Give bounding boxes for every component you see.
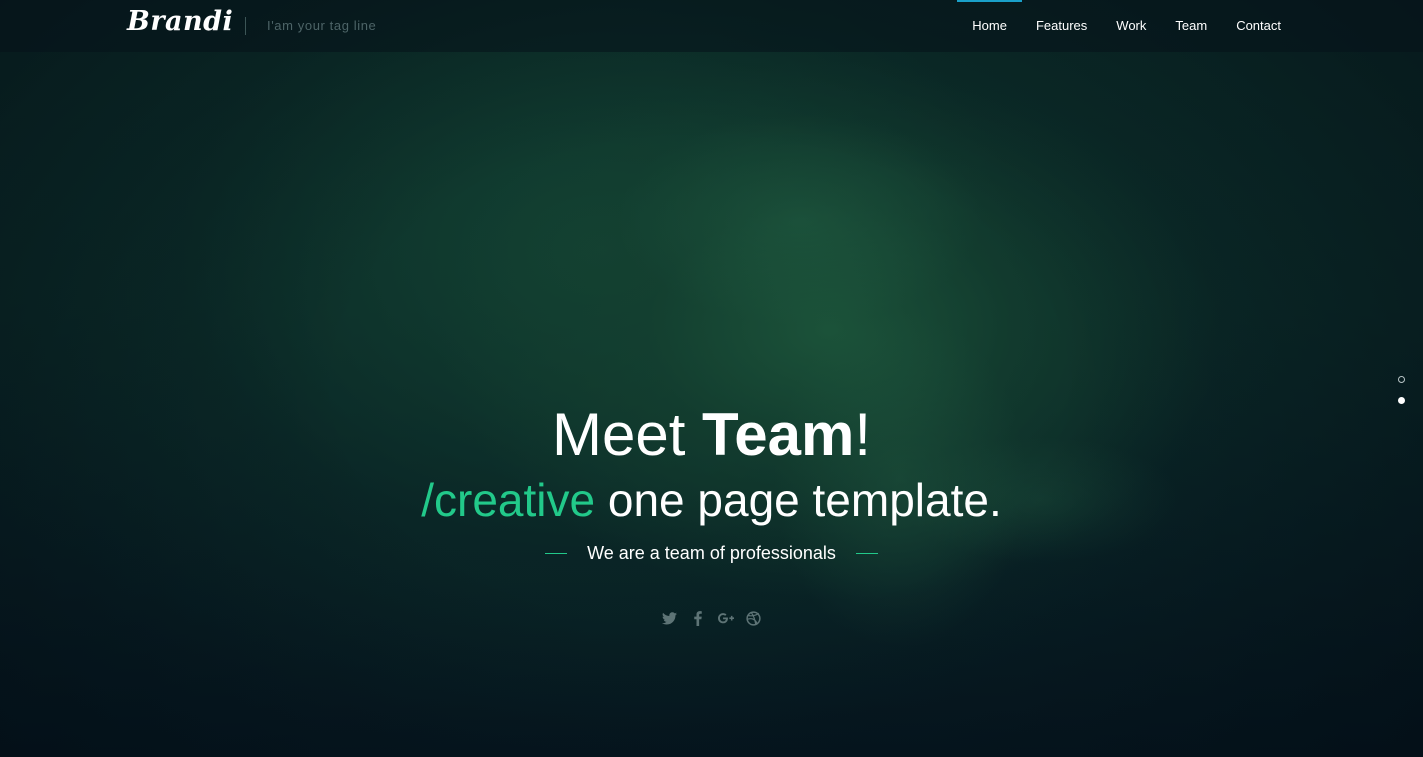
google-plus-icon[interactable] (717, 608, 734, 628)
headline-strong: Team (702, 401, 855, 468)
subline-accent: /creative (421, 474, 596, 526)
dribbble-icon[interactable] (746, 608, 762, 628)
headline-prefix: Meet (551, 401, 703, 468)
nav-team[interactable]: Team (1175, 0, 1207, 52)
tagline-left-dash (545, 553, 568, 554)
subline-rest: one page template. (595, 474, 1002, 526)
nav-home[interactable]: Home (957, 0, 1022, 52)
hero-tagline: We are a team of professionals (587, 543, 836, 563)
tagline-right-dash (855, 553, 878, 554)
hero-headline: Meet Team! (0, 400, 1423, 470)
facebook-icon[interactable] (690, 608, 706, 628)
slider-pagination (1398, 376, 1405, 418)
nav-features[interactable]: Features (1036, 0, 1087, 52)
top-navbar: Brandi I'am your tag line Home Features … (0, 0, 1423, 52)
hero-tagline-row: We are a team of professionals (0, 543, 1423, 564)
slide-dot-2[interactable] (1398, 397, 1405, 404)
brand-divider (245, 17, 246, 35)
brand-logo[interactable]: Brandi (127, 6, 233, 37)
headline-suffix: ! (854, 401, 872, 468)
main-nav: Home Features Work Team Contact (943, 0, 1281, 52)
hero-subline: /creative one page template. (0, 470, 1423, 530)
nav-work[interactable]: Work (1116, 0, 1146, 52)
social-links (0, 608, 1423, 628)
nav-contact[interactable]: Contact (1236, 0, 1281, 52)
brand-tagline: I'am your tag line (267, 18, 377, 33)
hero-section: Brandi I'am your tag line Home Features … (0, 0, 1423, 757)
slide-dot-1[interactable] (1398, 376, 1405, 383)
twitter-icon[interactable] (662, 608, 678, 628)
